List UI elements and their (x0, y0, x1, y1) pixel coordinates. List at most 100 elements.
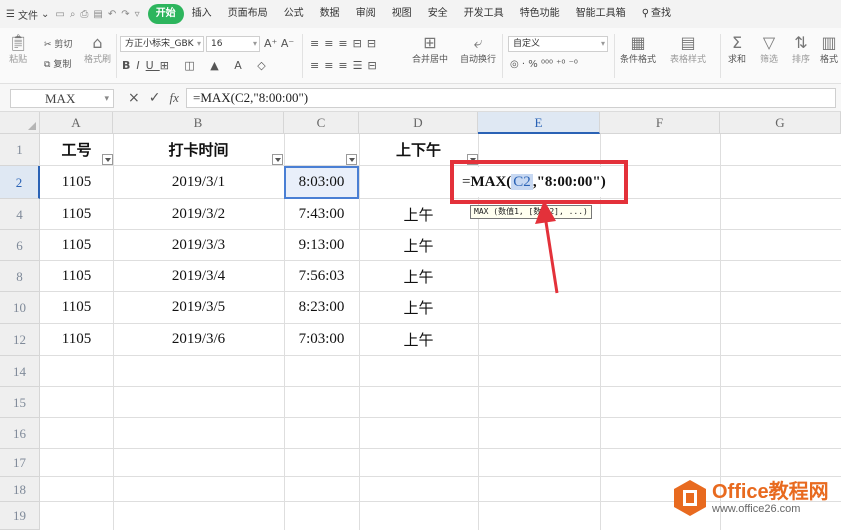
formula-input[interactable]: =MAX(C2,"8:00:00") (186, 88, 836, 108)
export-icon[interactable]: ▤ (93, 9, 102, 20)
sum-button[interactable]: Σ 求和 (728, 34, 746, 66)
tab-formulas[interactable]: 公式 (276, 4, 312, 24)
sort-icon: ⇅ (794, 33, 808, 52)
font-style-buttons[interactable]: BIU⊞ ◫ ▲ A ◇ (122, 59, 272, 72)
tab-review[interactable]: 审阅 (348, 4, 384, 24)
tab-view[interactable]: 视图 (384, 4, 420, 24)
row-header-6[interactable]: 6 (0, 230, 40, 261)
tab-developer[interactable]: 开发工具 (456, 4, 512, 24)
filter-dropdown-c[interactable] (346, 154, 357, 165)
cell-time[interactable]: 7:03:00 (284, 324, 359, 355)
merge-center-button[interactable]: ⊞ 合并居中 (412, 33, 448, 66)
font-size-buttons[interactable]: A⁺ A⁻ (264, 37, 294, 50)
print-preview-icon[interactable]: ⌕ (70, 9, 76, 20)
copy-button[interactable]: ⧉ 复制 (44, 57, 71, 70)
customize-icon[interactable]: ▿ (135, 9, 140, 20)
format-button[interactable]: ▥ 格式 (820, 34, 838, 66)
row-header-17[interactable]: 17 (0, 449, 40, 477)
align-buttons-top[interactable]: ≡≡≡⊟⊟ (310, 37, 381, 50)
tab-home[interactable]: 开始 (147, 4, 184, 24)
align-buttons-bottom[interactable]: ≡≡≡☰⊟ (310, 59, 382, 72)
chevron-down-icon: ▾ (600, 39, 605, 48)
search-tab[interactable]: ⚲ 查找 (634, 4, 679, 24)
cancel-icon[interactable]: × (128, 89, 140, 107)
search-icon: ⚲ (641, 8, 650, 19)
table-style-button[interactable]: ▤ 表格样式 (670, 34, 706, 66)
cell-date[interactable]: 2019/3/2 (113, 199, 284, 229)
tab-insert[interactable]: 插入 (184, 4, 220, 24)
gridline (40, 417, 841, 418)
column-header-c[interactable]: C (284, 112, 359, 134)
row-header-10[interactable]: 10 (0, 292, 40, 324)
cell-id[interactable]: 1105 (40, 292, 113, 323)
cell-date[interactable]: 2019/3/4 (113, 261, 284, 291)
tab-page-layout[interactable]: 页面布局 (220, 4, 276, 24)
row-header-4[interactable]: 4 (0, 199, 40, 230)
row-header-18[interactable]: 18 (0, 477, 40, 502)
number-format-select[interactable]: 自定义 ▾ (508, 36, 608, 52)
row-header-12[interactable]: 12 (0, 324, 40, 356)
cell-ampm[interactable]: 上午 (359, 292, 478, 323)
filter-dropdown-b[interactable] (272, 154, 283, 165)
row-header-15[interactable]: 15 (0, 387, 40, 418)
conditional-format-button[interactable]: ▦ 条件格式 (620, 33, 656, 66)
row-header-1[interactable]: 1 (0, 134, 40, 166)
cell-ampm[interactable]: 上午 (359, 230, 478, 260)
cell-b1[interactable]: 打卡时间 (113, 134, 284, 165)
cell-id[interactable]: 1105 (40, 261, 113, 291)
row-header-2[interactable]: 2 (0, 166, 40, 199)
column-header-d[interactable]: D (359, 112, 478, 134)
sort-button[interactable]: ⇅ 排序 (792, 33, 810, 66)
font-size-select[interactable]: 16 ▾ (206, 36, 260, 52)
cell-id[interactable]: 1105 (40, 230, 113, 260)
number-format-buttons[interactable]: ◎ · % ⁰⁰⁰ ⁺⁰ ⁻⁰ (510, 59, 578, 70)
tab-security[interactable]: 安全 (420, 4, 456, 24)
paste-button[interactable]: 📋︎ 粘贴 (8, 34, 28, 66)
tab-smart-toolbox[interactable]: 智能工具箱 (568, 4, 634, 24)
column-header-b[interactable]: B (113, 112, 284, 134)
row-header-14[interactable]: 14 (0, 356, 40, 387)
cell-time[interactable]: 7:43:00 (284, 199, 359, 229)
name-box[interactable]: MAX ▾ (10, 89, 114, 108)
formula-actions: × ✓ fx (128, 89, 179, 107)
row-header-19[interactable]: 19 (0, 502, 40, 530)
column-header-a[interactable]: A (40, 112, 113, 134)
column-header-f[interactable]: F (600, 112, 720, 134)
print-icon[interactable]: ⎙ (80, 9, 88, 20)
wrap-text-button[interactable]: ⤶ 自动换行 (460, 34, 496, 66)
redo-icon[interactable]: ↷ (121, 9, 129, 20)
font-name-select[interactable]: 方正小标宋_GBK ▾ (120, 36, 204, 52)
cell-date[interactable]: 2019/3/3 (113, 230, 284, 260)
undo-icon[interactable]: ↶ (108, 9, 116, 20)
cell-time[interactable]: 8:23:00 (284, 292, 359, 323)
cell-ampm[interactable]: 上午 (359, 324, 478, 355)
column-header-e[interactable]: E (478, 112, 600, 134)
column-header-g[interactable]: G (720, 112, 841, 134)
cell-date[interactable]: 2019/3/6 (113, 324, 284, 355)
format-painter-button[interactable]: ⌂ 格式刷 (84, 34, 111, 66)
hamburger-icon: ☰ (6, 8, 15, 20)
merge-icon: ⊞ (423, 33, 437, 52)
cell-id[interactable]: 1105 (40, 324, 113, 355)
insert-function-icon[interactable]: fx (169, 89, 178, 107)
row-header-8[interactable]: 8 (0, 261, 40, 292)
filter-dropdown-a[interactable] (102, 154, 113, 165)
cell-ampm[interactable]: 上午 (359, 261, 478, 291)
cell-date[interactable]: 2019/3/1 (113, 166, 284, 198)
cell-time[interactable]: 7:56:03 (284, 261, 359, 291)
save-icon[interactable]: ▭ (55, 9, 64, 20)
conditional-format-icon: ▦ (630, 33, 646, 52)
cut-button[interactable]: ✂ 剪切 (44, 37, 72, 50)
cell-date[interactable]: 2019/3/5 (113, 292, 284, 323)
cell-time[interactable]: 9:13:00 (284, 230, 359, 260)
filter-button[interactable]: ▽ 筛选 (760, 34, 778, 66)
cell-id[interactable]: 1105 (40, 199, 113, 229)
row-header-16[interactable]: 16 (0, 418, 40, 449)
cell-time[interactable]: 8:03:00 (284, 166, 359, 198)
tab-features[interactable]: 特色功能 (512, 4, 568, 24)
select-all-corner[interactable] (0, 112, 40, 134)
confirm-icon[interactable]: ✓ (149, 89, 161, 107)
file-menu[interactable]: ☰ 文件 ⌄ (6, 7, 49, 22)
cell-id[interactable]: 1105 (40, 166, 113, 198)
tab-data[interactable]: 数据 (312, 4, 348, 24)
